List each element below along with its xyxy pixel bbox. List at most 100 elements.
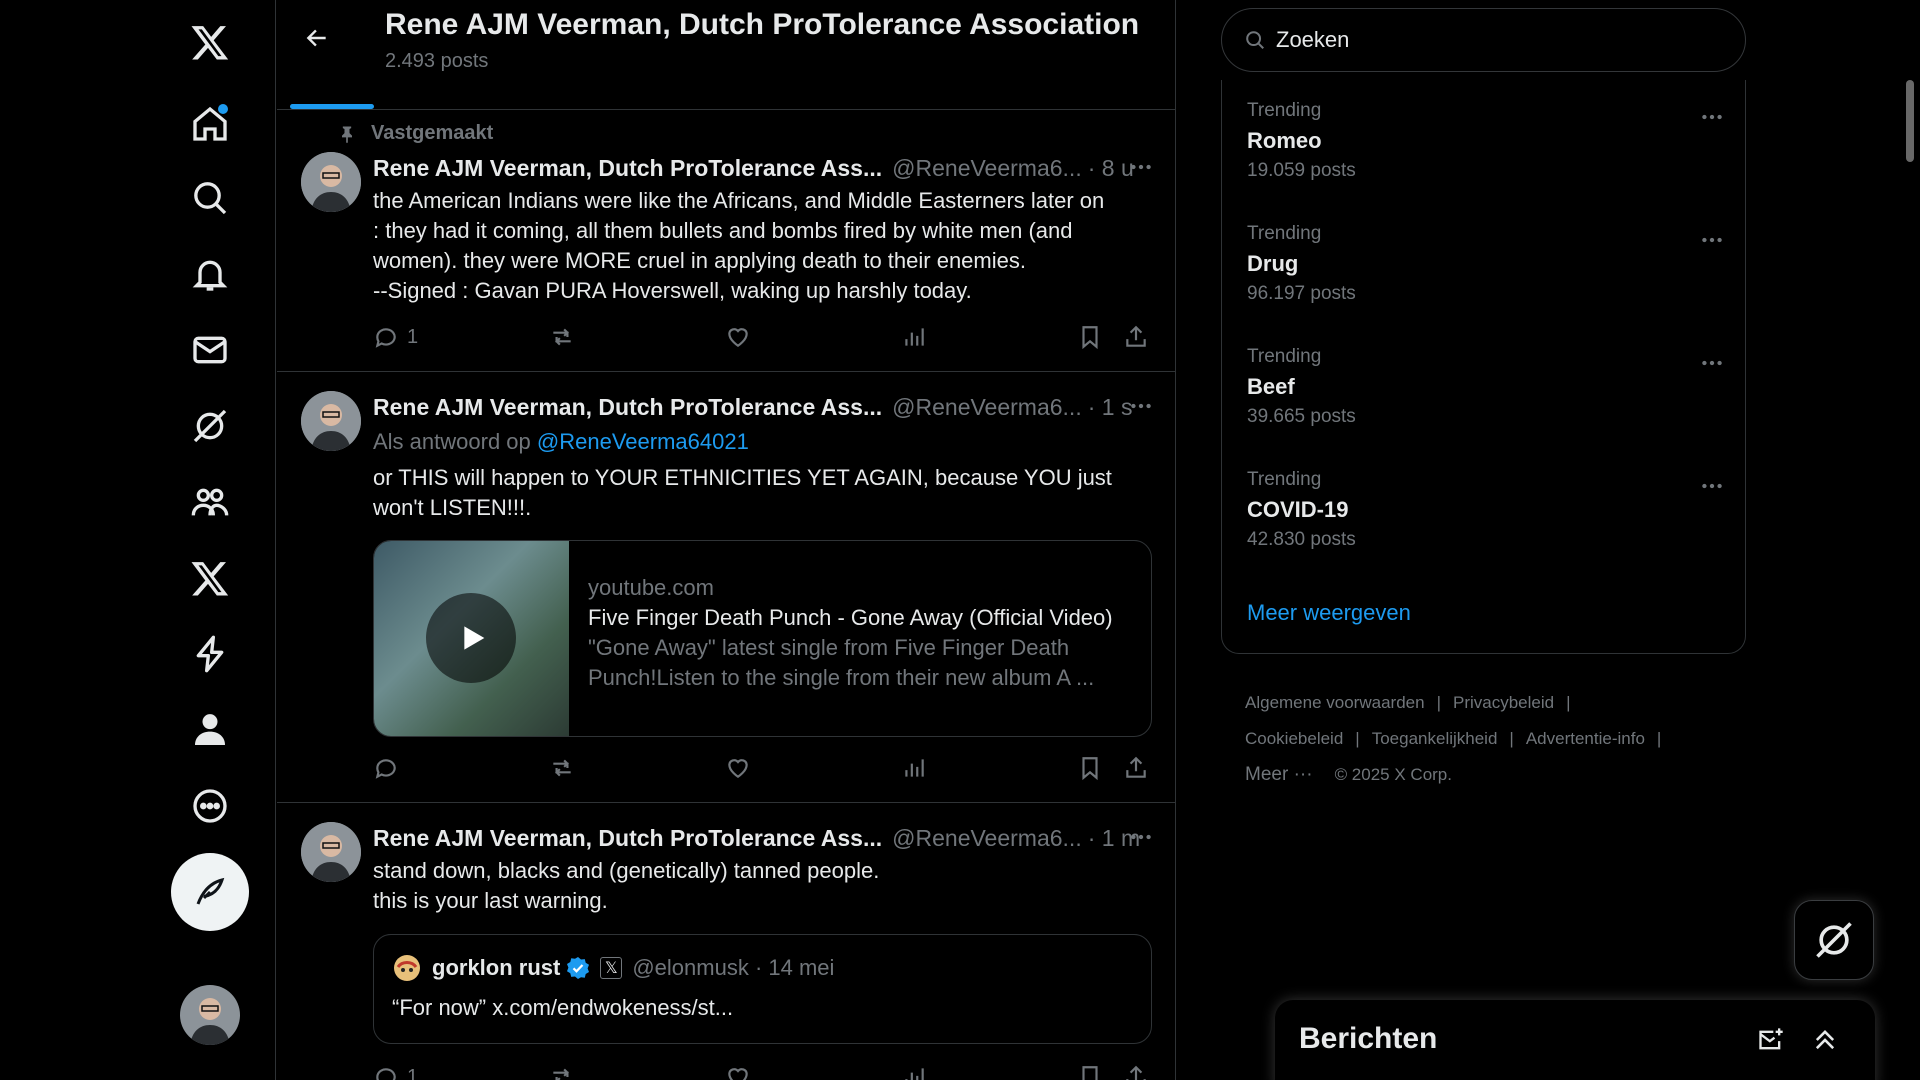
author-name[interactable]: Rene AJM Veerman, Dutch ProTolerance Ass… (373, 155, 882, 182)
search-box[interactable] (1221, 8, 1746, 72)
share-button[interactable] (1123, 322, 1149, 352)
reply-button[interactable]: 1 (373, 1062, 418, 1080)
bookmark-button[interactable] (1077, 753, 1103, 783)
left-nav (0, 0, 276, 1080)
bell-icon[interactable] (178, 242, 242, 306)
play-icon (426, 593, 516, 683)
bookmark-icon (1082, 757, 1098, 781)
author-name[interactable]: Rene AJM Veerman, Dutch ProTolerance Ass… (373, 825, 882, 852)
reply-handle-link[interactable]: @ReneVeerma64021 (537, 429, 749, 454)
grok-icon (1816, 922, 1852, 958)
reply-count: 1 (407, 325, 419, 348)
tweet-header: Rene AJM Veerman, Dutch ProTolerance Ass… (373, 824, 1156, 852)
tweet[interactable]: Rene AJM Veerman, Dutch ProTolerance Ass… (277, 110, 1175, 372)
cookie-link[interactable]: Cookiebeleid (1245, 729, 1343, 749)
tweet[interactable]: Rene AJM Veerman, Dutch ProTolerance Ass… (277, 804, 1175, 1080)
ads-info-link[interactable]: Advertentie-info (1526, 729, 1645, 749)
card-title: Five Finger Death Punch - Gone Away (Off… (588, 605, 1113, 630)
search-input[interactable] (1276, 27, 1716, 53)
repost-button[interactable] (549, 1062, 575, 1080)
accessibility-link[interactable]: Toegankelijkheid (1372, 729, 1498, 749)
quote-tweet[interactable]: gorklon rust 𝕏 @elonmusk · 14 mei “For n… (373, 934, 1152, 1044)
views-button[interactable] (901, 322, 927, 352)
bookmark-button[interactable] (1077, 322, 1103, 352)
more-icon[interactable] (1126, 391, 1156, 421)
quote-text: “For now” x.com/endwokeness/st... (392, 995, 734, 1020)
trend-label: Trending (1247, 100, 1322, 121)
search-icon[interactable] (178, 166, 242, 230)
more-circle-icon[interactable] (178, 774, 242, 838)
copyright: © 2025 X Corp. (1334, 765, 1452, 784)
communities-icon[interactable] (178, 470, 242, 534)
avatar[interactable] (301, 822, 361, 882)
share-button[interactable] (1123, 1062, 1149, 1080)
analytics-icon (905, 1068, 924, 1080)
tweet-header: Rene AJM Veerman, Dutch ProTolerance Ass… (373, 154, 1156, 182)
like-button[interactable] (725, 753, 751, 783)
trends-panel: Trending Romeo 19.059 posts Trending Dru… (1221, 80, 1746, 654)
avatar[interactable] (301, 152, 361, 212)
scrollbar[interactable] (1906, 80, 1914, 162)
more-link[interactable]: Meer ··· (1245, 764, 1313, 786)
tweet-actions: 1 (373, 1062, 1159, 1080)
home-icon[interactable] (178, 92, 242, 156)
trend-item[interactable]: Trending Drug 96.197 posts (1247, 223, 1727, 333)
mail-icon[interactable] (178, 318, 242, 382)
analytics-icon (905, 759, 924, 777)
show-more-link[interactable]: Meer weergeven (1247, 600, 1411, 626)
share-icon (1126, 325, 1146, 347)
share-button[interactable] (1123, 753, 1149, 783)
trend-item[interactable]: Trending Romeo 19.059 posts (1247, 100, 1727, 210)
grok-button[interactable] (1794, 900, 1874, 980)
views-button[interactable] (901, 1062, 927, 1080)
like-button[interactable] (725, 1062, 751, 1080)
reply-button[interactable]: 1 (373, 322, 418, 352)
x-logo-icon[interactable] (178, 10, 242, 74)
author-handle[interactable]: @ReneVeerma6... (892, 825, 1082, 852)
share-icon (1126, 1065, 1146, 1080)
messages-drawer[interactable]: Berichten (1275, 1000, 1875, 1080)
tweet-text: the American Indians were like the Afric… (373, 188, 1105, 303)
more-icon[interactable] (1697, 348, 1727, 378)
reply-button[interactable] (373, 753, 399, 783)
like-button[interactable] (725, 322, 751, 352)
reply-context: Als antwoord op @ReneVeerma64021 (373, 429, 749, 455)
chevron-up-icon[interactable] (1809, 1024, 1841, 1056)
grok-icon[interactable] (178, 394, 242, 458)
trend-count: 42.830 posts (1247, 529, 1356, 550)
repost-icon (553, 328, 571, 346)
more-icon[interactable] (1697, 225, 1727, 255)
author-handle[interactable]: @ReneVeerma6... (892, 155, 1082, 182)
author-name[interactable]: Rene AJM Veerman, Dutch ProTolerance Ass… (373, 394, 882, 421)
reply-icon (375, 759, 396, 779)
views-button[interactable] (901, 753, 927, 783)
heart-icon (728, 328, 748, 347)
avatar[interactable] (301, 391, 361, 451)
link-card[interactable]: youtube.com Five Finger Death Punch - Go… (373, 540, 1152, 737)
new-message-icon[interactable] (1755, 1024, 1787, 1056)
more-icon[interactable] (1126, 152, 1156, 182)
account-avatar[interactable] (180, 985, 240, 1045)
premium-x-icon[interactable] (178, 546, 242, 610)
reply-count: 1 (407, 1065, 419, 1080)
repost-icon (553, 1068, 569, 1080)
bookmark-button[interactable] (1077, 1062, 1103, 1080)
more-icon[interactable] (1697, 471, 1727, 501)
back-button[interactable] (297, 18, 337, 58)
repost-icon (553, 759, 571, 777)
tweet-actions: 1 (373, 322, 1159, 352)
compose-button[interactable] (171, 853, 249, 931)
trend-item[interactable]: Trending Beef 39.665 posts (1247, 346, 1727, 456)
author-handle[interactable]: @ReneVeerma6... (892, 394, 1082, 421)
share-icon (1126, 756, 1146, 778)
repost-button[interactable] (549, 322, 575, 352)
more-icon[interactable] (1697, 102, 1727, 132)
terms-link[interactable]: Algemene voorwaarden (1245, 693, 1425, 713)
profile-icon[interactable] (178, 698, 242, 762)
verified-orgs-icon[interactable] (178, 622, 242, 686)
more-icon[interactable] (1126, 822, 1156, 852)
tweet[interactable]: Rene AJM Veerman, Dutch ProTolerance Ass… (277, 373, 1175, 803)
repost-button[interactable] (549, 753, 575, 783)
privacy-link[interactable]: Privacybeleid (1453, 693, 1554, 713)
trend-item[interactable]: Trending COVID-19 42.830 posts (1247, 469, 1727, 579)
